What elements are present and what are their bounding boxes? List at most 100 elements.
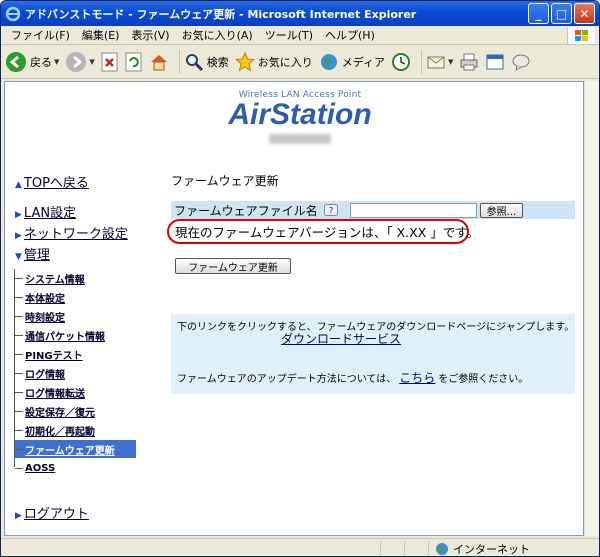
print-button[interactable]: [459, 52, 479, 72]
firmware-update-button[interactable]: ファームウェア更新: [175, 258, 291, 274]
submenu-label[interactable]: 本体設定: [25, 290, 65, 305]
windows-flag-icon: [567, 27, 595, 44]
star-icon: [234, 51, 255, 72]
here-link[interactable]: こちら: [399, 371, 435, 385]
triangle-right-icon: ▶: [15, 511, 22, 521]
submenu-label[interactable]: システム情報: [25, 271, 85, 286]
browse-button[interactable]: 参照...: [479, 202, 524, 218]
firmware-file-row: ファームウェアファイル名 ? 参照...: [171, 201, 575, 219]
submenu-label[interactable]: ログ情報: [25, 366, 65, 381]
media-globe-icon: [320, 53, 337, 70]
page-title: ファームウェア更新: [171, 174, 279, 188]
minimize-button[interactable]: _: [528, 3, 549, 24]
menu-file[interactable]: ファイル(F): [5, 27, 76, 43]
nav-logout-link[interactable]: ▶ ログアウト: [15, 503, 89, 522]
forward-arrow-icon: [66, 51, 87, 72]
submenu-log-info[interactable]: ログ情報: [15, 364, 136, 382]
submenu-firmware-update[interactable]: ファームウェア更新: [15, 440, 136, 458]
refresh-icon: [125, 52, 142, 71]
toolbar: 戻る ▼ ▼ 検索 お気に入り メディア ▼: [1, 45, 599, 79]
favorites-label: お気に入り: [257, 55, 313, 69]
search-button[interactable]: 検索: [184, 52, 229, 72]
status-cell: [381, 540, 405, 556]
browser-window: アドバンストモード - ファームウェア更新 - Microsoft Intern…: [0, 0, 600, 557]
toolbar-separator: [421, 49, 423, 74]
submenu-save-restore[interactable]: 設定保存／復元: [15, 402, 136, 420]
submenu-packet-info[interactable]: 通信パケット情報: [15, 326, 136, 344]
home-button[interactable]: [149, 52, 169, 72]
search-icon: [185, 53, 203, 71]
submenu-log-transfer[interactable]: ログ情報転送: [15, 383, 136, 401]
history-icon: [392, 52, 411, 71]
forward-button[interactable]: ▼: [65, 51, 95, 73]
messenger-button[interactable]: [511, 52, 531, 72]
dropdown-arrow-icon[interactable]: ▼: [54, 58, 59, 66]
logo-brand: AirStation: [228, 98, 372, 131]
refresh-button[interactable]: [125, 52, 143, 72]
menu-edit[interactable]: 編集(E): [76, 27, 126, 43]
window-title: アドバンストモード - ファームウェア更新 - Microsoft Intern…: [25, 7, 417, 21]
svg-text:?: ?: [328, 207, 333, 217]
history-button[interactable]: [391, 52, 411, 72]
firmware-file-input[interactable]: [349, 202, 477, 218]
title-bar: アドバンストモード - ファームウェア更新 - Microsoft Intern…: [1, 1, 599, 26]
dropdown-arrow-icon[interactable]: ▼: [89, 58, 94, 66]
airstation-logo: Wireless LAN Access Point AirStation: [210, 90, 390, 144]
info-line-2-prefix: ファームウェアのアップデート方法については、: [177, 374, 397, 385]
back-label: 戻る: [30, 55, 52, 69]
nav-logout-label[interactable]: ログアウト: [24, 507, 89, 522]
nav-top-link[interactable]: ▲ TOPへ戻る: [15, 172, 89, 191]
submenu-aoss[interactable]: AOSS: [15, 459, 136, 477]
edit-page-icon: [486, 54, 504, 69]
status-bar: インターネット: [1, 538, 599, 556]
nav-admin-link[interactable]: ▼ 管理: [15, 244, 50, 263]
help-icon[interactable]: ?: [323, 204, 338, 217]
submenu-label[interactable]: ファームウェア更新: [25, 442, 115, 457]
submenu-device-settings[interactable]: 本体設定: [15, 288, 136, 306]
submenu-label[interactable]: 時刻設定: [25, 309, 65, 324]
nav-top-label[interactable]: TOPへ戻る: [24, 176, 89, 191]
maximize-button[interactable]: □: [551, 3, 572, 24]
submenu-time-settings[interactable]: 時刻設定: [15, 307, 136, 325]
zone-label: インターネット: [453, 542, 530, 556]
media-button[interactable]: メディア: [319, 52, 385, 72]
mail-button[interactable]: ▼: [426, 52, 453, 72]
submenu-label[interactable]: 設定保存／復元: [25, 404, 95, 419]
nav-network-link[interactable]: ▶ ネットワーク設定: [15, 223, 128, 242]
back-button[interactable]: 戻る ▼: [5, 51, 59, 73]
dropdown-arrow-icon[interactable]: ▼: [448, 58, 453, 66]
download-service-link[interactable]: ダウンロードサービス: [281, 332, 401, 346]
nav-lan-link[interactable]: ▶ LAN設定: [15, 202, 76, 221]
submenu-ping-test[interactable]: PINGテスト: [15, 345, 136, 363]
vertical-scrollbar[interactable]: [584, 81, 598, 536]
submenu-label[interactable]: ログ情報転送: [25, 385, 85, 400]
info-line-2: ファームウェアのアップデート方法については、 こちら をご参照ください。: [177, 369, 528, 386]
nav-network-label[interactable]: ネットワーク設定: [24, 227, 128, 242]
status-cell: [405, 540, 429, 556]
nav-lan-label[interactable]: LAN設定: [24, 206, 76, 221]
firmware-file-label: ファームウェアファイル名: [174, 203, 318, 218]
menu-view[interactable]: 表示(V): [125, 27, 175, 43]
internet-globe-icon: [436, 542, 448, 555]
menu-help[interactable]: ヘルプ(H): [319, 27, 381, 43]
submenu-reset-reboot[interactable]: 初期化／再起動: [15, 421, 136, 439]
model-name-blurred: [269, 134, 331, 144]
media-label: メディア: [341, 55, 386, 69]
favorites-button[interactable]: お気に入り: [234, 51, 313, 72]
stop-button[interactable]: [101, 52, 119, 72]
triangle-up-icon: ▲: [15, 180, 22, 190]
submenu-label[interactable]: 初期化／再起動: [25, 423, 95, 438]
submenu-system-info[interactable]: システム情報: [15, 269, 136, 287]
info-line-2-suffix: をご参照ください。: [438, 374, 529, 385]
submenu-label[interactable]: 通信パケット情報: [25, 328, 105, 343]
close-button[interactable]: ✕: [574, 3, 595, 24]
status-text: [1, 540, 381, 556]
submenu-label[interactable]: AOSS: [25, 463, 55, 474]
edit-button[interactable]: [485, 52, 505, 72]
menu-favorites[interactable]: お気に入り(A): [176, 27, 259, 43]
triangle-right-icon: ▶: [15, 231, 22, 241]
submenu-label[interactable]: PINGテスト: [25, 347, 83, 362]
download-link-wrap: ダウンロードサービス: [171, 330, 511, 347]
menu-tools[interactable]: ツール(T): [259, 27, 319, 43]
nav-admin-label[interactable]: 管理: [24, 248, 50, 263]
